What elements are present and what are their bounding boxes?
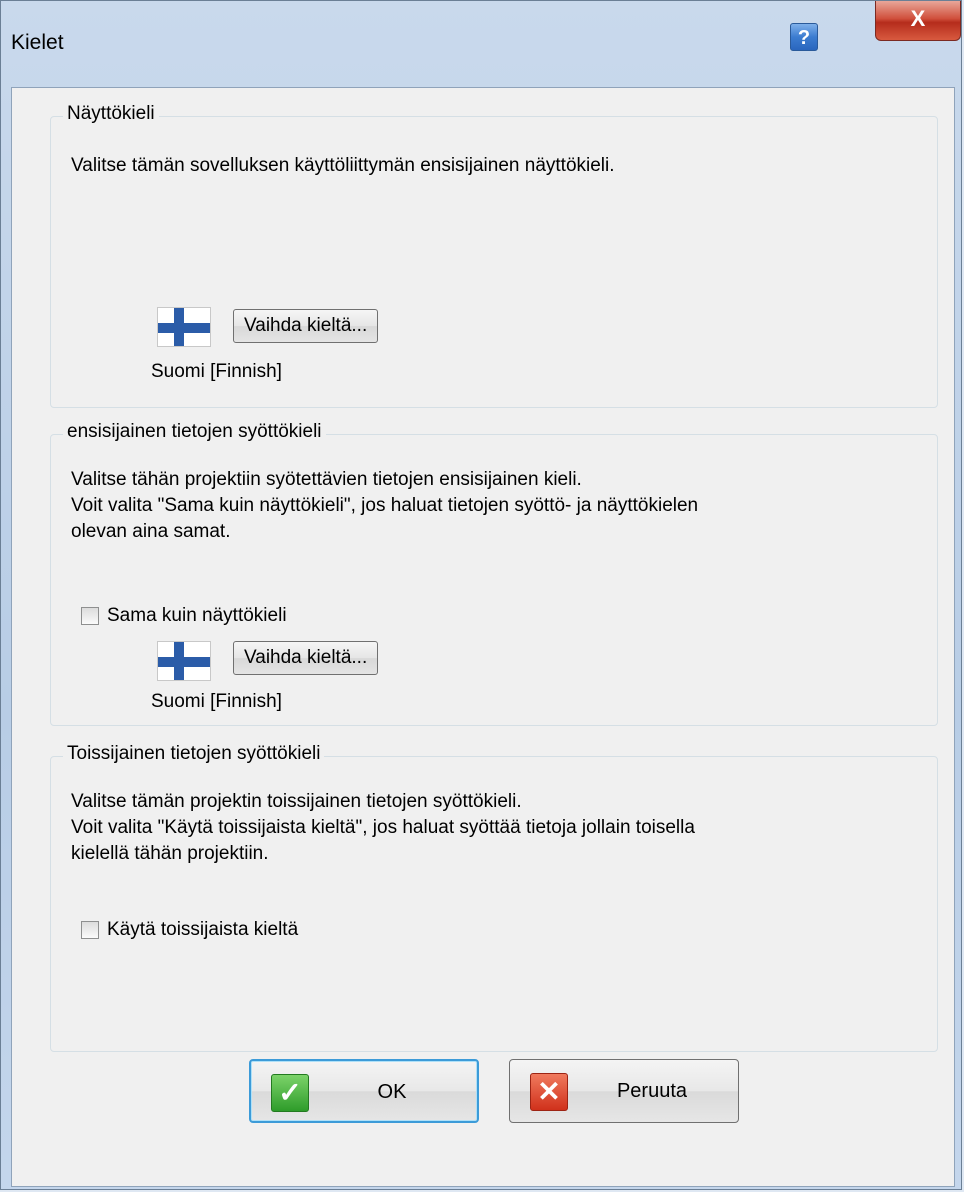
ok-button-label: OK xyxy=(377,1081,407,1103)
use-secondary-language-label[interactable]: Käytä toissijaista kieltä xyxy=(107,919,298,941)
finland-flag-icon xyxy=(157,307,211,347)
description-line: Valitse tämän projektin toissijainen tie… xyxy=(71,791,522,812)
group-title: ensisijainen tietojen syöttökieli xyxy=(63,421,326,443)
change-primary-language-button[interactable]: Vaihda kieltä... xyxy=(233,641,379,675)
finland-flag-icon xyxy=(157,641,211,681)
window-title: Kielet xyxy=(11,31,64,54)
description-line: Voit valita "Sama kuin näyttökieli", jos… xyxy=(71,495,699,516)
x-icon: ✕ xyxy=(530,1073,568,1111)
current-language-label: Suomi [Finnish] xyxy=(151,691,282,712)
primary-input-language-group: ensisijainen tietojen syöttökieli Valits… xyxy=(50,421,938,726)
same-as-display-label[interactable]: Sama kuin näyttökieli xyxy=(107,605,287,627)
use-secondary-language-checkbox[interactable] xyxy=(81,921,99,939)
same-as-display-checkbox[interactable] xyxy=(81,607,99,625)
change-display-language-button[interactable]: Vaihda kieltä... xyxy=(233,309,379,343)
help-button[interactable]: ? xyxy=(790,23,818,51)
dialog-window: Kielet ? X Näyttökieli Valitse tämän sov… xyxy=(0,0,962,1190)
dialog-client-area: Näyttökieli Valitse tämän sovelluksen kä… xyxy=(11,87,955,1187)
cancel-button-label: Peruuta xyxy=(616,1080,688,1102)
title-bar[interactable]: Kielet ? X xyxy=(1,1,961,87)
group-title: Näyttökieli xyxy=(63,103,159,125)
display-language-group: Näyttökieli Valitse tämän sovelluksen kä… xyxy=(50,103,938,408)
description-line: olevan aina samat. xyxy=(71,521,231,542)
group-description: Valitse tämän projektin toissijainen tie… xyxy=(71,789,695,867)
close-icon: X xyxy=(910,6,926,31)
group-description: Valitse tämän sovelluksen käyttöliittymä… xyxy=(71,155,615,176)
group-description: Valitse tähän projektiin syötettävien ti… xyxy=(71,467,698,545)
description-line: Valitse tähän projektiin syötettävien ti… xyxy=(71,469,582,490)
ok-button[interactable]: ✓ OK xyxy=(249,1059,479,1123)
description-line: kielellä tähän projektiin. xyxy=(71,843,269,864)
cancel-button[interactable]: ✕ Peruuta xyxy=(509,1059,739,1123)
checkmark-icon: ✓ xyxy=(271,1074,309,1112)
current-language-label: Suomi [Finnish] xyxy=(151,361,282,382)
description-line: Voit valita "Käytä toissijaista kieltä",… xyxy=(71,817,695,838)
secondary-input-language-group: Toissijainen tietojen syöttökieli Valits… xyxy=(50,743,938,1052)
help-icon: ? xyxy=(797,27,811,49)
group-title: Toissijainen tietojen syöttökieli xyxy=(63,743,325,765)
close-button[interactable]: X xyxy=(875,1,961,41)
